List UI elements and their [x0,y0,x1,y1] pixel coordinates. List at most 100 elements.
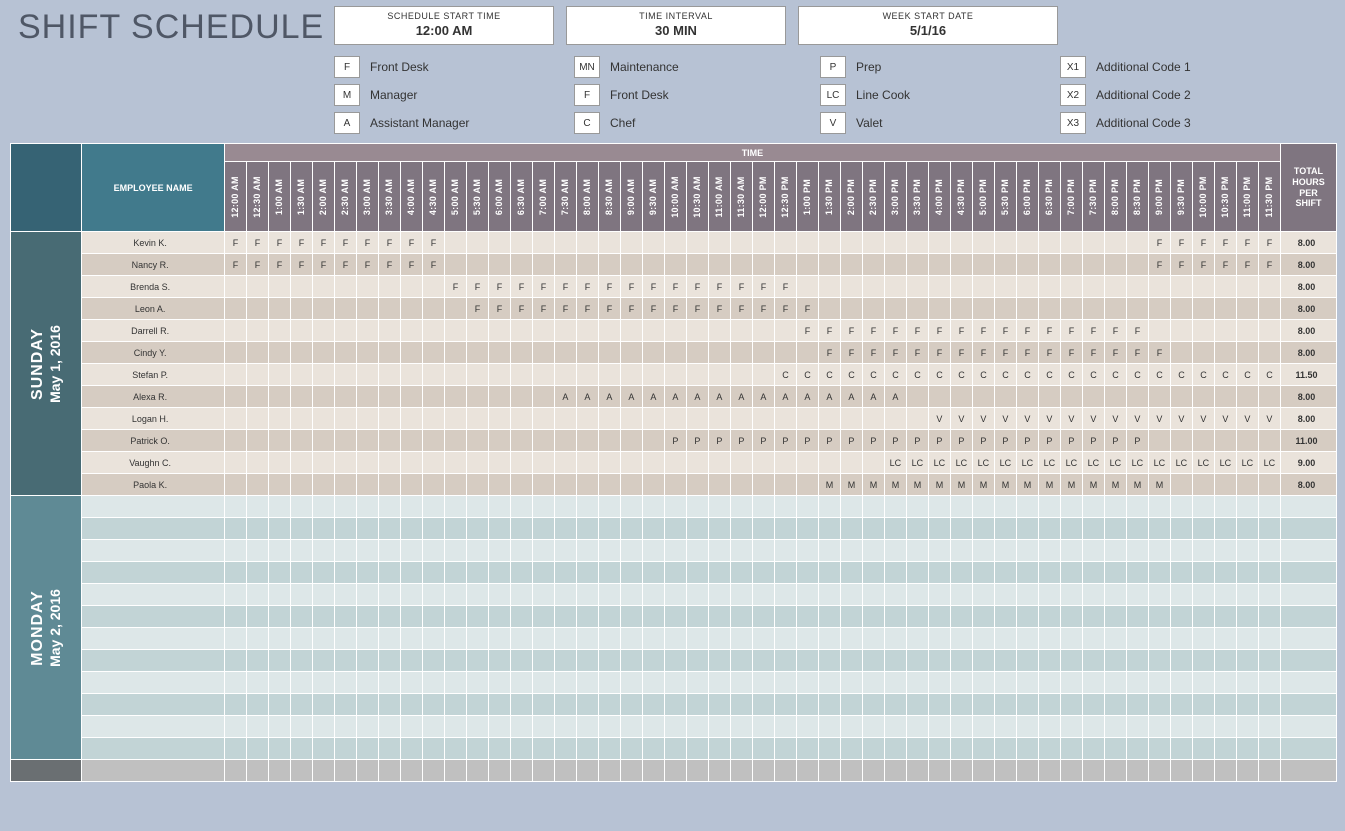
shift-cell[interactable] [466,452,488,474]
shift-cell[interactable] [884,760,906,782]
shift-cell[interactable] [488,364,510,386]
shift-cell[interactable] [246,342,268,364]
shift-cell[interactable]: LC [1214,452,1236,474]
shift-cell[interactable]: F [642,298,664,320]
shift-cell[interactable] [1126,298,1148,320]
shift-cell[interactable] [576,562,598,584]
shift-cell[interactable]: M [1126,474,1148,496]
shift-cell[interactable]: F [950,342,972,364]
shift-cell[interactable] [686,606,708,628]
shift-cell[interactable] [730,694,752,716]
shift-cell[interactable] [906,738,928,760]
shift-cell[interactable]: A [664,386,686,408]
shift-cell[interactable] [994,518,1016,540]
shift-cell[interactable]: P [928,430,950,452]
shift-cell[interactable] [620,452,642,474]
shift-cell[interactable] [1192,606,1214,628]
shift-cell[interactable] [950,386,972,408]
shift-cell[interactable] [1258,760,1280,782]
shift-cell[interactable] [510,364,532,386]
shift-cell[interactable] [1258,606,1280,628]
shift-cell[interactable] [444,452,466,474]
shift-cell[interactable]: V [1104,408,1126,430]
shift-cell[interactable] [444,232,466,254]
shift-cell[interactable] [906,584,928,606]
shift-cell[interactable] [400,276,422,298]
shift-cell[interactable] [466,562,488,584]
shift-cell[interactable] [950,496,972,518]
shift-cell[interactable] [1104,518,1126,540]
shift-cell[interactable] [510,320,532,342]
shift-cell[interactable] [576,628,598,650]
shift-cell[interactable] [1126,276,1148,298]
shift-cell[interactable]: LC [1016,452,1038,474]
shift-cell[interactable] [840,650,862,672]
shift-cell[interactable] [1038,232,1060,254]
shift-cell[interactable] [1236,540,1258,562]
shift-cell[interactable]: LC [1126,452,1148,474]
shift-cell[interactable] [224,452,246,474]
shift-cell[interactable]: C [1214,364,1236,386]
shift-cell[interactable] [1148,606,1170,628]
shift-cell[interactable] [576,606,598,628]
shift-cell[interactable]: M [862,474,884,496]
shift-cell[interactable]: F [1060,320,1082,342]
shift-cell[interactable] [1038,496,1060,518]
shift-cell[interactable] [532,540,554,562]
shift-cell[interactable] [642,562,664,584]
shift-cell[interactable] [576,452,598,474]
shift-cell[interactable] [224,496,246,518]
shift-cell[interactable] [796,738,818,760]
shift-cell[interactable] [686,716,708,738]
shift-cell[interactable] [1148,320,1170,342]
shift-cell[interactable] [466,584,488,606]
shift-cell[interactable] [356,496,378,518]
shift-cell[interactable] [1192,672,1214,694]
shift-cell[interactable] [1192,518,1214,540]
shift-cell[interactable] [1038,254,1060,276]
shift-cell[interactable] [290,430,312,452]
shift-cell[interactable] [1258,276,1280,298]
shift-cell[interactable] [1126,738,1148,760]
shift-cell[interactable] [356,518,378,540]
shift-cell[interactable] [422,606,444,628]
shift-cell[interactable] [1214,606,1236,628]
shift-cell[interactable] [1016,628,1038,650]
shift-cell[interactable] [466,232,488,254]
shift-cell[interactable] [774,672,796,694]
shift-cell[interactable] [334,386,356,408]
shift-cell[interactable] [862,606,884,628]
shift-cell[interactable]: F [1038,320,1060,342]
shift-cell[interactable] [664,716,686,738]
shift-cell[interactable] [1192,650,1214,672]
shift-cell[interactable] [950,276,972,298]
shift-cell[interactable] [444,474,466,496]
shift-cell[interactable] [1082,232,1104,254]
shift-cell[interactable] [1082,518,1104,540]
shift-cell[interactable] [1258,738,1280,760]
shift-cell[interactable] [1192,320,1214,342]
shift-cell[interactable] [1038,518,1060,540]
shift-cell[interactable] [862,452,884,474]
shift-cell[interactable]: F [928,342,950,364]
shift-cell[interactable] [1060,496,1082,518]
shift-cell[interactable] [1016,694,1038,716]
shift-cell[interactable]: V [1082,408,1104,430]
employee-name[interactable]: Kevin K. [82,232,225,254]
shift-cell[interactable] [554,628,576,650]
shift-cell[interactable] [1082,496,1104,518]
shift-cell[interactable] [818,694,840,716]
shift-cell[interactable] [510,408,532,430]
shift-cell[interactable] [642,342,664,364]
shift-cell[interactable] [818,562,840,584]
shift-cell[interactable] [708,408,730,430]
shift-cell[interactable] [1082,540,1104,562]
shift-cell[interactable] [994,386,1016,408]
shift-cell[interactable]: F [620,276,642,298]
shift-cell[interactable] [1214,386,1236,408]
shift-cell[interactable] [554,320,576,342]
shift-cell[interactable] [884,650,906,672]
shift-cell[interactable] [488,452,510,474]
shift-cell[interactable] [532,452,554,474]
shift-cell[interactable] [246,496,268,518]
